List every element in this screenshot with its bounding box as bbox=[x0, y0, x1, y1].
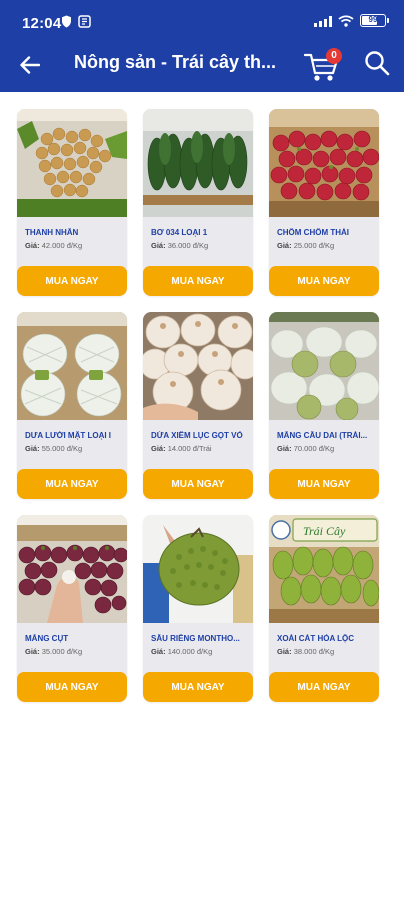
product-card[interactable]: THANH NHÃN Giá: 42.000 đ/Kg MUA NGAY bbox=[17, 109, 127, 296]
buy-now-button[interactable]: MUA NGAY bbox=[269, 469, 379, 499]
product-card[interactable]: DƯA LƯỚI MẬT LOẠI I Giá: 55.000 đ/Kg MUA… bbox=[17, 312, 127, 499]
product-photo-rambutan bbox=[269, 109, 379, 217]
cart-button[interactable]: 0 bbox=[304, 48, 344, 82]
product-name: XOÀI CÁT HÒA LỘC bbox=[277, 634, 355, 643]
product-price: Giá: 14.000 đ/Trái bbox=[151, 444, 212, 453]
product-card[interactable]: MÃNG CẦU DAI (TRÁI... Giá: 70.000 đ/Kg M… bbox=[269, 312, 379, 499]
product-photo-custard-apple bbox=[269, 312, 379, 420]
app-bar: 12:04 99 Nông sản - Trái cây th... 0 bbox=[0, 0, 404, 92]
status-bar: 12:04 99 bbox=[0, 0, 404, 44]
search-button[interactable] bbox=[364, 50, 394, 80]
page-title: Nông sản - Trái cây th... bbox=[74, 52, 277, 72]
product-name: BƠ 034 LOẠI 1 bbox=[151, 228, 208, 237]
product-photo-longan bbox=[17, 109, 127, 217]
product-price: Giá: 140.000 đ/Kg bbox=[151, 647, 213, 656]
product-name: SẦU RIÊNG MONTHO... bbox=[151, 634, 240, 643]
battery-icon: 99 bbox=[360, 14, 389, 27]
status-right-icons: 99 bbox=[314, 14, 389, 27]
product-price: Giá: 36.000 đ/Kg bbox=[151, 241, 209, 250]
product-name: MÃNG CẦU DAI (TRÁI... bbox=[277, 431, 368, 440]
status-notification-icons bbox=[61, 15, 91, 28]
product-price: Giá: 70.000 đ/Kg bbox=[277, 444, 335, 453]
buy-now-button[interactable]: MUA NGAY bbox=[143, 469, 253, 499]
product-card[interactable]: Trái Cây XOÀI CÁT HÒA LỘC Giá: 38.000 đ/… bbox=[269, 515, 379, 702]
product-price: Giá: 38.000 đ/Kg bbox=[277, 647, 335, 656]
product-photo-melon bbox=[17, 312, 127, 420]
product-grid: THANH NHÃN Giá: 42.000 đ/Kg MUA NGAY BƠ … bbox=[17, 109, 387, 702]
battery-level: 99 bbox=[368, 15, 378, 24]
product-price: Giá: 55.000 đ/Kg bbox=[25, 444, 83, 453]
product-name: DỪA XIÊM LỤC GỌT VỎ bbox=[151, 431, 243, 440]
signal-icon bbox=[314, 15, 332, 27]
product-photo-mangosteen bbox=[17, 515, 127, 623]
product-card[interactable]: SẦU RIÊNG MONTHO... Giá: 140.000 đ/Kg MU… bbox=[143, 515, 253, 702]
buy-now-button[interactable]: MUA NGAY bbox=[143, 672, 253, 702]
shield-notification-icon bbox=[62, 15, 71, 28]
buy-now-button[interactable]: MUA NGAY bbox=[269, 266, 379, 296]
buy-now-button[interactable]: MUA NGAY bbox=[17, 266, 127, 296]
search-icon bbox=[365, 51, 390, 76]
cart-count-badge: 0 bbox=[326, 48, 342, 64]
product-name: THANH NHÃN bbox=[25, 228, 79, 237]
product-photo-coconut bbox=[143, 312, 253, 420]
buy-now-button[interactable]: MUA NGAY bbox=[269, 672, 379, 702]
buy-now-button[interactable]: MUA NGAY bbox=[17, 672, 127, 702]
product-price: Giá: 35.000 đ/Kg bbox=[25, 647, 83, 656]
product-photo-avocado bbox=[143, 109, 253, 217]
product-price: Giá: 42.000 đ/Kg bbox=[25, 241, 83, 250]
status-time: 12:04 bbox=[22, 15, 62, 32]
fruit-sign-text: Trái Cây bbox=[303, 524, 346, 538]
product-name: DƯA LƯỚI MẬT LOẠI I bbox=[25, 431, 112, 440]
product-name: MĂNG CỤT bbox=[25, 634, 69, 643]
buy-now-button[interactable]: MUA NGAY bbox=[143, 266, 253, 296]
product-card[interactable]: DỪA XIÊM LỤC GỌT VỎ Giá: 14.000 đ/Trái M… bbox=[143, 312, 253, 499]
product-card[interactable]: BƠ 034 LOẠI 1 Giá: 36.000 đ/Kg MUA NGAY bbox=[143, 109, 253, 296]
product-name: CHÔM CHÔM THÁI bbox=[277, 228, 349, 237]
wifi-icon bbox=[338, 14, 354, 27]
product-card[interactable]: MĂNG CỤT Giá: 35.000 đ/Kg MUA NGAY bbox=[17, 515, 127, 702]
product-card[interactable]: CHÔM CHÔM THÁI Giá: 25.000 đ/Kg MUA NGAY bbox=[269, 109, 379, 296]
buy-now-button[interactable]: MUA NGAY bbox=[17, 469, 127, 499]
back-button[interactable] bbox=[14, 50, 46, 80]
product-price: Giá: 25.000 đ/Kg bbox=[277, 241, 335, 250]
back-arrow-icon bbox=[20, 56, 40, 74]
app-notification-icon bbox=[78, 15, 91, 28]
product-photo-mango: Trái Cây bbox=[269, 515, 379, 623]
product-photo-durian bbox=[143, 515, 253, 623]
